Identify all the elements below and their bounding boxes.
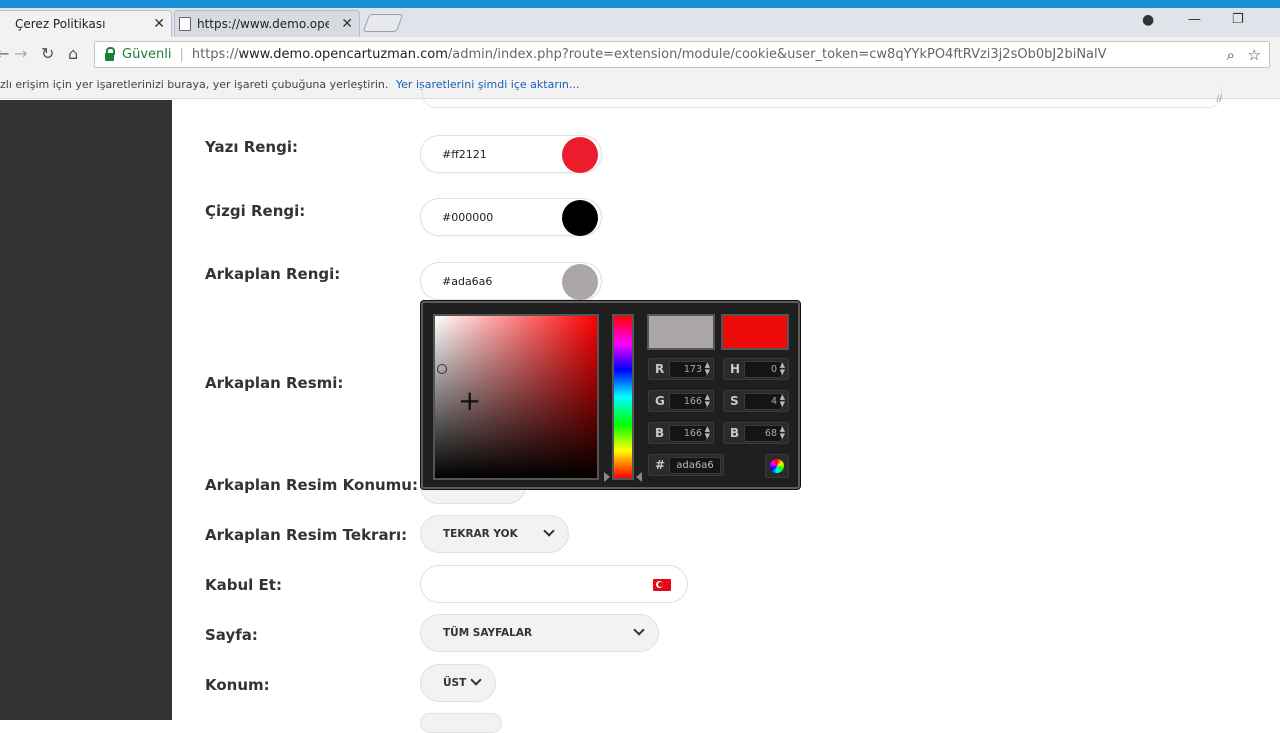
bg-image-label: Arkaplan Resmi: — [205, 374, 344, 392]
hex-field[interactable]: # ada6a6 — [648, 454, 724, 476]
text-color-input[interactable]: #ff2121 — [420, 135, 602, 173]
saturation-label: S — [730, 394, 739, 408]
red-value[interactable]: 173 — [669, 361, 707, 378]
green-value[interactable]: 166 — [669, 393, 707, 410]
bg-image-repeat-label: Arkaplan Resim Tekrarı: — [205, 526, 408, 544]
green-field[interactable]: G 166 ▲ ▼ — [648, 390, 714, 412]
bookmarks-hint: zlı erişim için yer işaretlerinizi buray… — [0, 78, 389, 91]
text-color-label: Yazı Rengi: — [205, 138, 298, 156]
close-tab-icon[interactable]: ✕ — [341, 16, 353, 32]
chevron-down-icon — [632, 623, 646, 637]
spinner-icon[interactable]: ▲ ▼ — [705, 394, 710, 408]
brightness-field[interactable]: B 68 ▲ ▼ — [723, 422, 789, 444]
window-accent-bar — [0, 0, 1280, 8]
browser-toolbar: ← → ↻ ⌂ Güvenli | https:// www.demo.open… — [0, 37, 1280, 71]
url-protocol: https:// — [191, 47, 239, 62]
forward-icon[interactable]: → — [14, 44, 27, 63]
tab-strip: Çerez Politikası ✕ https://www.demo.open… — [0, 8, 1280, 37]
line-color-swatch[interactable] — [562, 200, 598, 236]
position-select[interactable]: ÜST — [420, 664, 496, 702]
saturation-value[interactable]: 4 — [744, 393, 782, 410]
textarea-bottom-edge[interactable]: // — [422, 86, 1222, 108]
spinner-icon[interactable]: ▲ ▼ — [705, 362, 710, 376]
turkish-flag-icon — [653, 579, 671, 591]
bg-color-input[interactable]: #ada6a6 — [420, 262, 602, 300]
position-value: ÜST — [443, 677, 467, 689]
new-tab-button[interactable] — [362, 14, 404, 32]
chevron-down-icon — [542, 524, 556, 538]
back-icon[interactable]: ← — [0, 44, 9, 63]
color-picker-popup: + R 173 ▲ ▼ G 166 ▲ ▼ B 166 ▲ ▼ H 0 ▲ ▼ S 4 … — [421, 301, 800, 489]
lock-icon — [105, 46, 115, 61]
brightness-label: B — [730, 426, 740, 440]
page-value: TÜM SAYFALAR — [443, 627, 533, 639]
text-color-value: #ff2121 — [442, 148, 487, 161]
spinner-icon[interactable]: ▲ ▼ — [780, 426, 785, 440]
blue-field[interactable]: B 166 ▲ ▼ — [648, 422, 714, 444]
next-select-partial[interactable] — [420, 713, 502, 733]
tab-title: https://www.demo.openc — [197, 17, 329, 31]
hue-field[interactable]: H 0 ▲ ▼ — [723, 358, 789, 380]
line-color-label: Çizgi Rengi: — [205, 202, 306, 220]
resize-grip-icon[interactable]: // — [1216, 94, 1222, 105]
hue-slider-arrow-right-icon[interactable] — [636, 472, 642, 482]
spinner-icon[interactable]: ▲ ▼ — [705, 426, 710, 440]
red-label: R — [655, 362, 665, 376]
zoom-icon[interactable]: ⌕ — [1227, 46, 1235, 64]
line-color-value: #000000 — [442, 211, 494, 224]
bg-color-value: #ada6a6 — [442, 275, 493, 288]
minimize-button[interactable]: — — [1188, 12, 1201, 27]
spinner-icon[interactable]: ▲ ▼ — [780, 394, 785, 408]
hue-label: H — [730, 362, 741, 376]
spinner-icon[interactable]: ▲ ▼ — [780, 362, 785, 376]
position-label: Konum: — [205, 676, 270, 694]
red-field[interactable]: R 173 ▲ ▼ — [648, 358, 714, 380]
tab-title: Çerez Politikası — [15, 17, 106, 31]
tab-cerez-politikasi[interactable]: Çerez Politikası ✕ — [0, 10, 172, 37]
brightness-value[interactable]: 68 — [744, 425, 782, 442]
hue-slider-arrow-left-icon[interactable] — [604, 472, 610, 482]
tab-demo-url[interactable]: https://www.demo.openc ✕ — [174, 10, 360, 37]
admin-sidebar — [0, 100, 172, 720]
bg-color-swatch[interactable] — [562, 264, 598, 300]
bg-color-label: Arkaplan Rengi: — [205, 265, 341, 283]
saturation-field[interactable]: S 4 ▲ ▼ — [723, 390, 789, 412]
secure-label: Güvenli — [122, 47, 172, 62]
hue-value[interactable]: 0 — [744, 361, 782, 378]
profile-icon[interactable]: ● — [1142, 12, 1154, 28]
address-separator: | — [179, 47, 184, 62]
blue-value[interactable]: 166 — [669, 425, 707, 442]
bg-image-repeat-value: TEKRAR YOK — [443, 528, 518, 540]
color-wheel-icon[interactable] — [765, 454, 789, 478]
address-bar[interactable]: Güvenli | https:// www.demo.opencartuzma… — [94, 41, 1270, 68]
url-host: www.demo.opencartuzman.com — [238, 47, 448, 62]
page-select[interactable]: TÜM SAYFALAR — [420, 614, 659, 652]
home-icon[interactable]: ⌂ — [68, 44, 78, 63]
text-color-swatch[interactable] — [562, 137, 598, 173]
reload-icon[interactable]: ↻ — [41, 44, 54, 63]
hue-slider[interactable] — [612, 314, 634, 480]
restore-button[interactable]: ❐ — [1232, 12, 1244, 27]
crosshair-cursor-icon: + — [458, 384, 482, 417]
current-color-preview[interactable] — [647, 314, 715, 350]
close-tab-icon[interactable]: ✕ — [153, 16, 165, 32]
bg-image-repeat-select[interactable]: TEKRAR YOK — [420, 515, 569, 553]
new-color-preview — [721, 314, 789, 350]
saturation-brightness-area[interactable]: + — [433, 314, 599, 480]
hex-value[interactable]: ada6a6 — [669, 457, 721, 474]
green-label: G — [655, 394, 665, 408]
bookmark-star-icon[interactable]: ☆ — [1248, 46, 1261, 64]
page-icon — [179, 17, 191, 31]
hex-label: # — [655, 458, 666, 472]
blue-label: B — [655, 426, 665, 440]
accept-input[interactable] — [420, 565, 688, 603]
sv-selector-handle[interactable] — [437, 364, 447, 374]
bg-image-position-label: Arkaplan Resim Konumu: — [205, 476, 418, 494]
page-label: Sayfa: — [205, 626, 258, 644]
chevron-down-icon — [469, 673, 483, 687]
line-color-input[interactable]: #000000 — [420, 198, 602, 236]
accept-label: Kabul Et: — [205, 576, 282, 594]
url-path: /admin/index.php?route=extension/module/… — [447, 47, 1107, 62]
